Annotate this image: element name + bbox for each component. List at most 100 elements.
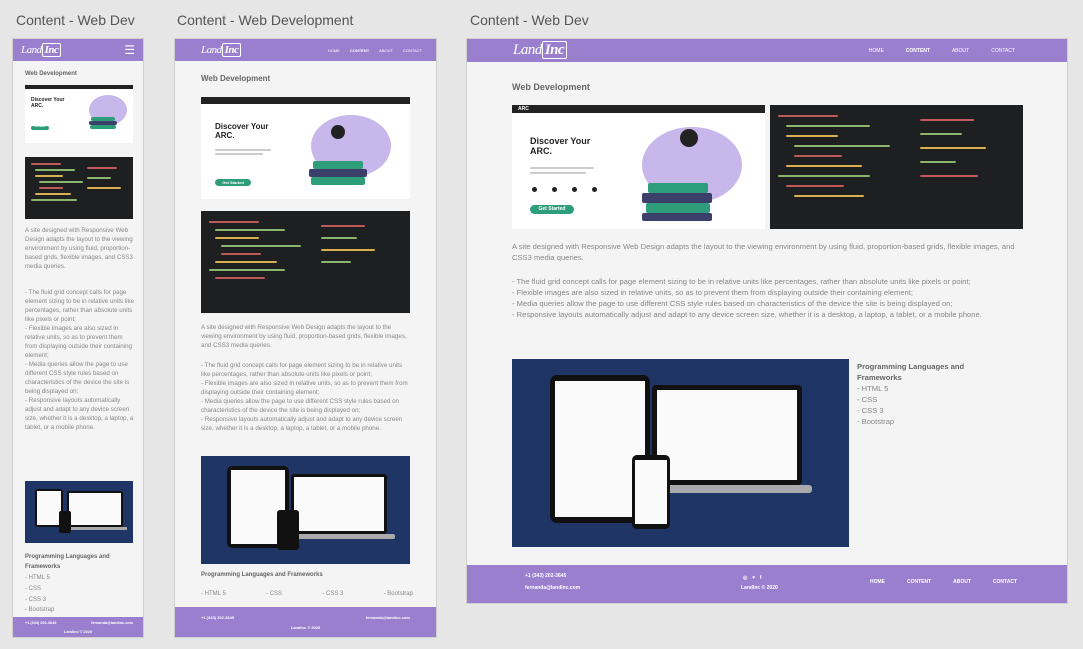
twitter-icon[interactable]: ▾	[752, 575, 755, 581]
devices-image	[201, 456, 410, 564]
footer-email[interactable]: fernanda@landinc.com	[366, 615, 410, 620]
bullet-item: - Media queries allow the page to use di…	[512, 299, 953, 308]
nav-bar: Land Inc HOME CONTENT ABOUT CONTACT	[467, 39, 1067, 62]
bullet-list: - The fluid grid concept calls for page …	[201, 362, 413, 434]
bullet-item: - The fluid grid concept calls for page …	[201, 362, 403, 378]
logo-inc: Inc	[221, 43, 242, 57]
hamburger-icon[interactable]: ☰	[124, 43, 135, 57]
hero-brand: ARC	[518, 106, 529, 112]
nav-home[interactable]: HOME	[869, 48, 884, 54]
languages-list: - HTML 5 - CSS - CSS 3 - Bootstrap	[857, 383, 894, 427]
devices-image	[512, 359, 849, 547]
hero-heading: Discover Your ARC.	[215, 122, 269, 140]
bullet-item: - The fluid grid concept calls for page …	[25, 289, 135, 323]
hero-image: ARC Discover Your ARC. Get Started	[512, 105, 765, 229]
hero-button: Get Started	[215, 179, 251, 186]
facebook-icon[interactable]: f	[760, 575, 762, 581]
hero-heading: Discover Your ARC.	[31, 97, 65, 109]
nav-about[interactable]: ABOUT	[952, 48, 969, 54]
hero-heading: Discover Your ARC.	[530, 136, 591, 156]
language-item: - Bootstrap	[857, 417, 895, 426]
bullet-list: - The fluid grid concept calls for page …	[512, 276, 1022, 320]
nav-contact[interactable]: CONTACT	[403, 48, 422, 53]
footer-phone[interactable]: +1 (343) 202-3645	[25, 621, 56, 625]
nav-bar: Land Inc HOME CONTENT ABOUT CONTACT	[175, 39, 436, 61]
bullet-item: - Flexible images are also sized in rela…	[201, 379, 408, 396]
frame-title-medium: Content - Web Development	[177, 12, 354, 28]
social-icons: ◎ ▾ f	[743, 575, 762, 581]
frame-title-large: Content - Web Dev	[470, 12, 589, 28]
artboard-tablet: Land Inc HOME CONTENT ABOUT CONTACT Web D…	[174, 38, 437, 638]
logo-land: Land	[201, 44, 222, 56]
nav-home[interactable]: HOME	[328, 48, 340, 53]
instagram-icon[interactable]: ◎	[743, 575, 747, 581]
bullet-item: - Responsive layouts automatically adjus…	[25, 396, 134, 431]
language-item: - HTML 5	[201, 591, 226, 597]
nav-content[interactable]: CONTENT	[350, 48, 369, 53]
logo-land: Land	[513, 42, 542, 58]
bullet-item: - Flexible images are also sized in rela…	[25, 324, 132, 359]
language-item: - HTML 5	[25, 575, 50, 581]
code-screenshot	[770, 105, 1023, 229]
logo[interactable]: Land Inc	[201, 43, 242, 57]
bullet-item: - Responsive layouts automatically adjus…	[512, 310, 982, 319]
bullet-item: - Media queries allow the page to use di…	[201, 397, 399, 414]
languages-list: - HTML 5 - CSS - CSS 3 - Bootstrap	[201, 590, 413, 599]
page-heading: Web Development	[25, 71, 77, 77]
language-item: - CSS 3	[857, 406, 884, 415]
logo-inc: Inc	[41, 43, 62, 57]
language-item: - CSS 3	[322, 591, 344, 597]
language-item: - HTML 5	[857, 384, 889, 393]
footer-nav-about[interactable]: ABOUT	[953, 579, 971, 585]
intro-text: A site designed with Responsive Web Desi…	[25, 227, 133, 270]
language-item: - CSS	[266, 591, 283, 597]
language-item: - CSS 3	[25, 596, 47, 603]
languages-list: - HTML 5 - CSS - CSS 3 - Bootstrap	[25, 573, 54, 616]
language-item: - CSS	[857, 395, 878, 404]
footer-copyright: LandInc © 2020	[64, 630, 92, 634]
footer-email[interactable]: fernanda@landinc.com	[91, 621, 133, 625]
bullet-list: - The fluid grid concept calls for page …	[25, 289, 135, 433]
footer-nav-home[interactable]: HOME	[870, 579, 885, 585]
hero-button: Get Started	[530, 205, 574, 214]
footer-nav-contact[interactable]: CONTACT	[993, 579, 1017, 585]
footer-nav-content[interactable]: CONTENT	[907, 579, 931, 585]
page-heading: Web Development	[201, 74, 271, 83]
bullet-item: - Media queries allow the page to use di…	[25, 360, 130, 395]
bullet-item: - Flexible images are also sized in rela…	[512, 288, 913, 297]
footer-phone[interactable]: +1 (343) 202-3645	[525, 573, 566, 579]
nav-menu: HOME CONTENT ABOUT CONTACT	[328, 48, 422, 53]
hero-button: Get Started	[31, 126, 49, 130]
logo[interactable]: Land Inc	[21, 43, 62, 57]
language-item: - Bootstrap	[383, 591, 413, 597]
intro-text: A site designed with Responsive Web Desi…	[512, 242, 1015, 262]
nav-menu: HOME CONTENT ABOUT CONTACT	[869, 48, 1015, 54]
nav-about[interactable]: ABOUT	[379, 48, 393, 53]
languages-heading: Programming Languages and Frameworks	[201, 572, 323, 578]
footer-email[interactable]: fernanda@landinc.com	[525, 585, 580, 591]
page-heading: Web Development	[512, 82, 590, 92]
artboard-mobile: Land Inc ☰ Web Development Discover Your …	[12, 38, 144, 638]
language-item: - Bootstrap	[25, 607, 55, 614]
frame-title-small: Content - Web Dev	[16, 12, 135, 28]
hero-image: Discover Your ARC. Get Started	[201, 97, 410, 199]
nav-content[interactable]: CONTENT	[906, 48, 930, 54]
footer-copyright: LandInc © 2020	[290, 625, 321, 630]
footer: +1 (343) 202-3645 fernanda@landinc.com L…	[13, 617, 143, 637]
footer: +1 (343) 202-3645 fernanda@landinc.com L…	[175, 607, 436, 637]
languages-heading: Programming Languages and Frameworks	[25, 554, 110, 570]
nav-bar: Land Inc ☰	[13, 39, 143, 61]
logo-land: Land	[21, 44, 42, 56]
intro-text: A site designed with Responsive Web Desi…	[201, 324, 407, 349]
footer-menu: HOME CONTENT ABOUT CONTACT	[870, 579, 1017, 585]
languages-heading: Programming Languages and Frameworks	[857, 362, 965, 383]
code-screenshot	[25, 157, 133, 219]
code-screenshot	[201, 211, 410, 313]
language-item: - CSS	[25, 585, 42, 592]
footer-phone[interactable]: +1 (343) 202-3645	[201, 615, 234, 620]
bullet-item: - The fluid grid concept calls for page …	[512, 277, 971, 286]
logo[interactable]: Land Inc	[513, 41, 568, 59]
footer: +1 (343) 202-3645 fernanda@landinc.com ◎…	[467, 565, 1067, 603]
nav-contact[interactable]: CONTACT	[991, 48, 1015, 54]
hero-image: Discover Your ARC. Get Started	[25, 85, 133, 143]
